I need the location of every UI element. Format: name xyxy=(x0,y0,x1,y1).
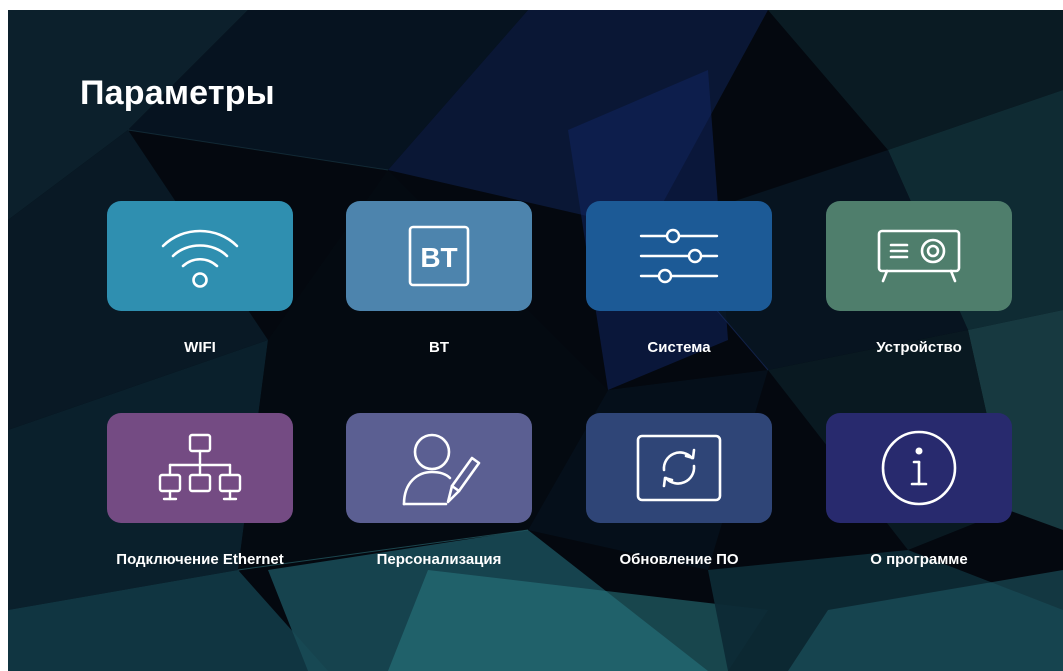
settings-screen: Параметры WIFI BT BT Система Устройство … xyxy=(8,10,1063,671)
system-card[interactable] xyxy=(586,201,772,311)
tile-label-wifi: WIFI xyxy=(184,339,216,356)
tile-label-personalization: Персонализация xyxy=(376,551,502,568)
network-tree-icon xyxy=(156,431,244,505)
tile-personalization[interactable]: Персонализация xyxy=(346,413,532,633)
ethernet-card[interactable] xyxy=(107,413,293,523)
wifi-icon xyxy=(155,220,245,292)
tile-label-system: Система xyxy=(647,339,711,356)
tile-about[interactable]: О программе xyxy=(826,413,1012,633)
svg-text:BT: BT xyxy=(420,242,457,273)
tile-label-ethernet: Подключение Ethernet xyxy=(116,551,284,568)
tile-label-about: О программе xyxy=(870,551,968,568)
projector-icon xyxy=(873,225,965,287)
page-title: Параметры xyxy=(80,74,275,112)
update-card[interactable] xyxy=(586,413,772,523)
tile-label-update: Обновление ПО xyxy=(619,551,739,568)
tile-bt[interactable]: BT BT xyxy=(346,201,532,421)
sliders-icon xyxy=(637,226,721,286)
tile-device[interactable]: Устройство xyxy=(826,201,1012,421)
wifi-card[interactable] xyxy=(107,201,293,311)
tile-update[interactable]: Обновление ПО xyxy=(586,413,772,633)
bt-card[interactable]: BT xyxy=(346,201,532,311)
tile-wifi[interactable]: WIFI xyxy=(107,201,293,421)
personalization-card[interactable] xyxy=(346,413,532,523)
device-card[interactable] xyxy=(826,201,1012,311)
bluetooth-bt-icon: BT xyxy=(406,223,472,289)
about-card[interactable] xyxy=(826,413,1012,523)
refresh-update-icon xyxy=(634,432,724,504)
tile-system[interactable]: Система xyxy=(586,201,772,421)
tile-label-device: Устройство xyxy=(876,339,962,356)
info-icon xyxy=(879,428,959,508)
tile-label-bt: BT xyxy=(429,339,449,356)
user-edit-icon xyxy=(396,428,482,508)
tile-ethernet[interactable]: Подключение Ethernet xyxy=(107,413,293,633)
